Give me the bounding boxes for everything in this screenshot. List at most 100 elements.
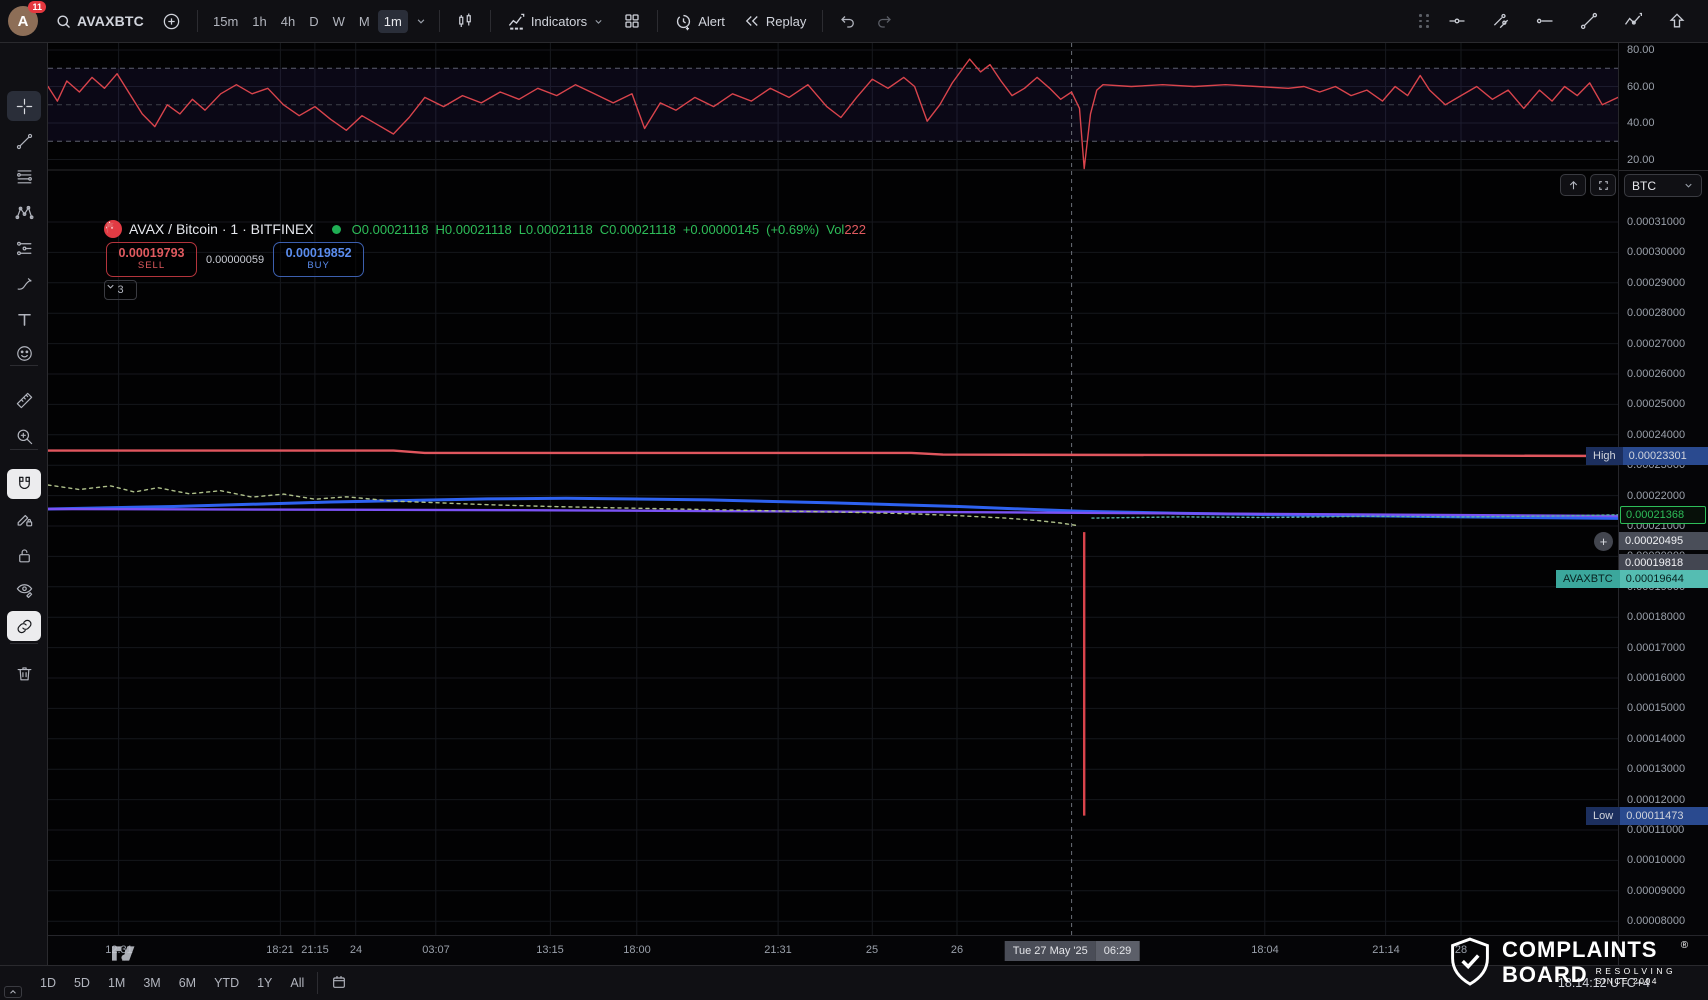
price-axis-tick: 0.00028000: [1627, 306, 1685, 320]
crosshair-icon: [15, 97, 34, 116]
symbol-search[interactable]: AVAXBTC: [48, 8, 151, 35]
crosshair-tool[interactable]: [7, 91, 41, 121]
redo-icon: [875, 12, 893, 30]
layout-templates-button[interactable]: [616, 7, 648, 35]
change-percent: (+0.69%): [766, 222, 819, 237]
parallel-channel-tool-button[interactable]: [1484, 6, 1518, 36]
arrow-up-icon: [1567, 179, 1580, 192]
timeframe-1m[interactable]: 1m: [378, 10, 408, 33]
zoom-in-tool[interactable]: [7, 421, 41, 451]
search-icon: [55, 13, 72, 30]
range-3m[interactable]: 3M: [135, 972, 168, 994]
scroll-to-recent-button[interactable]: [1560, 174, 1586, 196]
redo-button[interactable]: [868, 7, 900, 35]
undo-button[interactable]: [832, 7, 864, 35]
time-axis[interactable]: 12:3118:2121:152403:0713:1518:0021:31252…: [48, 935, 1618, 965]
range-ytd[interactable]: YTD: [206, 972, 247, 994]
axis-currency-dropdown[interactable]: BTC: [1624, 174, 1702, 197]
undo-icon: [839, 12, 857, 30]
range-1m[interactable]: 1M: [100, 972, 133, 994]
timeframe-4h[interactable]: 4h: [275, 10, 301, 33]
alert-button[interactable]: Alert: [667, 7, 732, 36]
forecast-tool[interactable]: [7, 233, 41, 263]
date-range-row: 1D5D1M3M6MYTD1YAll: [32, 972, 312, 994]
link-drawings-tool[interactable]: [7, 611, 41, 641]
timeframe-chevron-down-icon[interactable]: [412, 9, 430, 33]
timeframe-15m[interactable]: 15m: [207, 10, 244, 33]
indicators-collapse-toggle[interactable]: 3: [104, 280, 137, 300]
order-panel: 0.00019793 SELL 0.00000059 0.00019852 BU…: [106, 242, 364, 277]
chart-plot-area[interactable]: AVAX / Bitcoin · 1 · BITFINEX O0.0002111…: [48, 43, 1618, 935]
time-axis-tick: 18:00: [623, 944, 651, 956]
xabcd-pattern-tool[interactable]: [7, 197, 41, 227]
price-axis-tick: 0.00008000: [1627, 914, 1685, 928]
polyline-forecast-tool-button[interactable]: [1616, 6, 1650, 36]
remove-drawings-tool[interactable]: [7, 658, 41, 688]
add-alert-plus-icon[interactable]: +: [1594, 532, 1613, 551]
price-axis-tick: 0.00010000: [1627, 853, 1685, 867]
brush-tool[interactable]: [7, 268, 41, 298]
go-to-date-button[interactable]: [323, 970, 355, 997]
hide-drawings-icon: [15, 580, 34, 599]
trend-line-tool[interactable]: [7, 126, 41, 156]
timeframe-D[interactable]: D: [303, 10, 324, 33]
alert-label: Alert: [698, 14, 725, 29]
chart-style-button[interactable]: [449, 7, 481, 35]
panel-expand-chevron-up[interactable]: [4, 986, 22, 998]
volume-label: Vol: [826, 222, 844, 237]
user-avatar[interactable]: A 11: [8, 6, 38, 36]
timeframe-M[interactable]: M: [353, 10, 376, 33]
hidden-indicator-count: 3: [117, 284, 123, 296]
maximize-pane-button[interactable]: [1590, 174, 1616, 196]
range-all[interactable]: All: [282, 972, 312, 994]
chart-legend[interactable]: AVAX / Bitcoin · 1 · BITFINEX O0.0002111…: [104, 220, 866, 238]
range-1d[interactable]: 1D: [32, 972, 64, 994]
market-status-dot[interactable]: [332, 225, 341, 234]
toolbar-divider: [10, 643, 38, 644]
ruler-tool[interactable]: [7, 385, 41, 415]
toolbar-divider: [10, 449, 38, 450]
drawing-pencil-lock-tool[interactable]: [7, 504, 41, 534]
replay-button[interactable]: Replay: [736, 7, 813, 35]
text-tool[interactable]: [7, 304, 41, 334]
chart-canvas[interactable]: [48, 43, 1618, 935]
high-value: 0.00021118: [445, 222, 512, 237]
price-axis-tick: 0.00011000: [1627, 823, 1684, 837]
magnet-icon: [15, 475, 34, 494]
close-value: 0.00021118: [609, 222, 676, 237]
chevron-down-icon: [105, 281, 116, 292]
time-axis-tick: 25: [866, 944, 878, 956]
favorites-drag-handle[interactable]: [1419, 14, 1430, 28]
low-value: 0.00021118: [526, 222, 593, 237]
timeframe-1h[interactable]: 1h: [246, 10, 272, 33]
range-1y[interactable]: 1Y: [249, 972, 280, 994]
magnet-tool[interactable]: [7, 469, 41, 499]
horizontal-line-tool-button[interactable]: [1440, 6, 1474, 36]
symbol-title[interactable]: AVAX / Bitcoin · 1 · BITFINEX: [129, 221, 314, 237]
range-6m[interactable]: 6M: [171, 972, 204, 994]
hide-drawings-tool[interactable]: [7, 574, 41, 604]
publish-arrow-button[interactable]: [1660, 6, 1694, 36]
range-5d[interactable]: 5D: [66, 972, 98, 994]
sell-label: SELL: [107, 260, 196, 271]
sell-button[interactable]: 0.00019793 SELL: [106, 242, 197, 277]
indicators-button[interactable]: Indicators: [500, 7, 612, 36]
fib-retracement-tool[interactable]: [7, 161, 41, 191]
lock-all-drawings-tool[interactable]: [7, 540, 41, 570]
divider: [657, 10, 658, 32]
compare-add-button[interactable]: [155, 7, 188, 36]
divider: [490, 10, 491, 32]
buy-button[interactable]: 0.00019852 BUY: [273, 242, 364, 277]
emoji-tool[interactable]: [7, 338, 41, 368]
timeframe-W[interactable]: W: [327, 10, 351, 33]
watermark-line1: COMPLAINTS: [1502, 939, 1676, 961]
maximize-icon: [1597, 179, 1610, 192]
lock-all-drawings-icon: [15, 546, 34, 565]
time-axis-tick: 18:04: [1251, 944, 1279, 956]
trend-line-tool-button[interactable]: [1572, 6, 1606, 36]
price-axis-tick: 0.00022000: [1627, 489, 1685, 503]
price-axis-tick: 0.00013000: [1627, 762, 1685, 776]
ray-tool-button[interactable]: [1528, 6, 1562, 36]
brush-icon: [15, 274, 34, 293]
pane-separator[interactable]: [1619, 170, 1708, 171]
